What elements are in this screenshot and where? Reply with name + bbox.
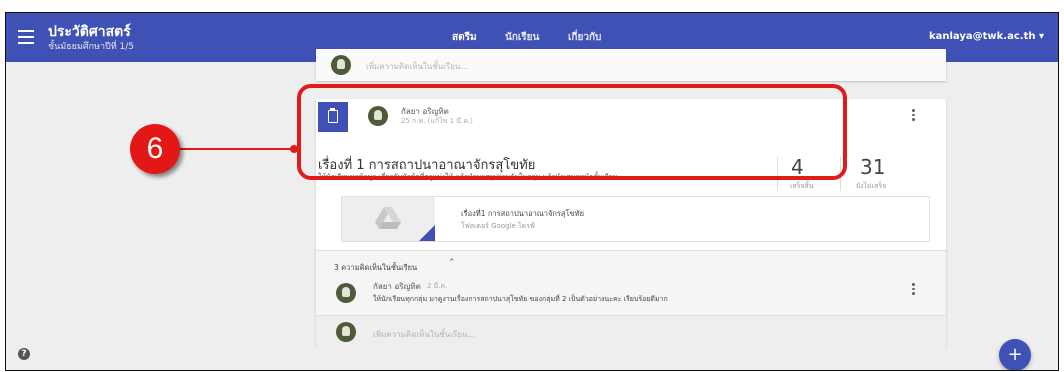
attachment-drive-folder[interactable]: เรื่องที่1 การสถาปนาอาณาจักรสุโขทัย โฟลเ… bbox=[341, 196, 930, 242]
more-options-icon[interactable] bbox=[912, 109, 916, 123]
tab-about[interactable]: เกี่ยวกับ bbox=[568, 30, 601, 45]
help-icon[interactable]: ? bbox=[18, 348, 30, 360]
step-number-badge: 6 bbox=[130, 124, 180, 174]
comment-text: ให้นักเรียนทุกกลุ่ม มาดูงานเรื่องการสถาป… bbox=[373, 295, 668, 303]
comment-input[interactable]: เพิ่มความคิดเห็นในชั้นเรียน... bbox=[366, 60, 468, 73]
folder-corner-marker bbox=[419, 225, 435, 241]
attachment-thumbnail bbox=[342, 197, 435, 241]
class-comments-section: 3 ความคิดเห็นในชั้นเรียน ⌃ กัลยา อริญทิต… bbox=[316, 250, 946, 348]
comment-options-icon[interactable] bbox=[912, 283, 916, 297]
not-done-count[interactable]: 31 bbox=[860, 155, 885, 179]
class-subtitle: ชั้นมัธยมศึกษาปีที่ 1/5 bbox=[48, 42, 135, 52]
not-done-label: ยังไม่เสร็จ bbox=[856, 182, 887, 190]
done-label: เสร็จสิ้น bbox=[790, 182, 814, 190]
user-email: kanlaya@twk.ac.th bbox=[928, 31, 1036, 42]
callout-line bbox=[180, 148, 294, 150]
attachment-type: โฟลเดอร์ Google ไดรฟ์ bbox=[461, 222, 535, 230]
avatar bbox=[336, 283, 356, 303]
menu-icon[interactable] bbox=[18, 30, 34, 44]
comment-date: 2 มี.ค. bbox=[427, 282, 448, 290]
google-drive-icon bbox=[375, 207, 401, 229]
previous-post-card: เพิ่มความคิดเห็นในชั้นเรียน... bbox=[316, 49, 946, 81]
comment-input-row: เพิ่มความคิดเห็นในชั้นเรียน... bbox=[316, 315, 946, 348]
attachment-name: เรื่องที่1 การสถาปนาอาณาจักรสุโขทัย bbox=[461, 209, 584, 218]
comment-author: กัลยา อริญทิต bbox=[373, 282, 421, 291]
avatar bbox=[336, 322, 356, 342]
chevron-down-icon: ▾ bbox=[1038, 31, 1044, 42]
comment-input[interactable]: เพิ่มความคิดเห็นในชั้นเรียน... bbox=[373, 328, 475, 341]
tab-students[interactable]: นักเรียน bbox=[505, 30, 539, 45]
callout-dot bbox=[290, 145, 298, 153]
expand-collapse-icon[interactable]: ⌃ bbox=[448, 258, 456, 268]
comment-count[interactable]: 3 ความคิดเห็นในชั้นเรียน bbox=[334, 262, 417, 274]
add-button[interactable]: + bbox=[999, 339, 1031, 370]
avatar bbox=[331, 55, 351, 75]
app-window: ประวัติศาสตร์ ชั้นมัธยมศึกษาปีที่ 1/5 สต… bbox=[5, 12, 1059, 371]
highlight-box bbox=[297, 84, 847, 180]
tab-stream[interactable]: สตรีม bbox=[452, 30, 477, 45]
user-account-menu[interactable]: kanlaya@twk.ac.th ▾ bbox=[929, 31, 1044, 42]
